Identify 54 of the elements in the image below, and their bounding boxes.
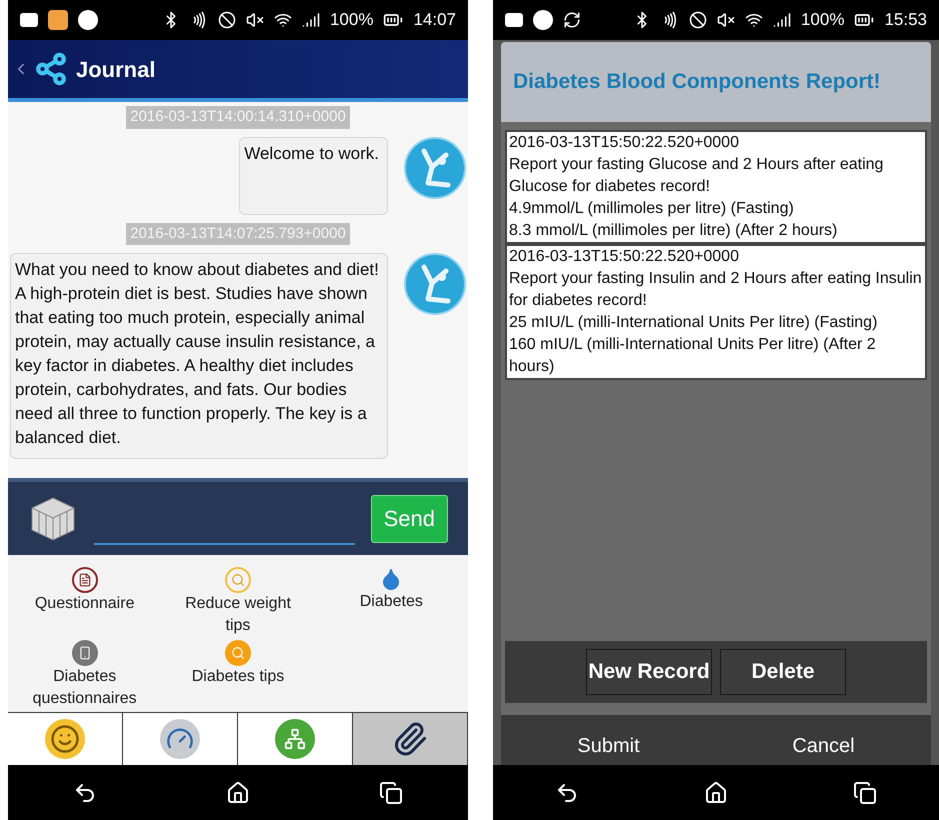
record-action-button[interactable]: Delete (720, 649, 846, 696)
notification-icon (505, 12, 523, 27)
signal-icon (772, 10, 791, 29)
wifi-icon (274, 11, 292, 29)
record-reading: 160 mIU/L (milli-International Units Per litre) (After 2 hours) (509, 334, 877, 377)
clock-time: 15:53 (884, 9, 927, 32)
record-card[interactable] (505, 244, 927, 380)
header-title: Journal (76, 56, 156, 84)
document-icon (72, 567, 98, 593)
gauge-icon (160, 719, 200, 759)
clock-time: 14:07 (413, 9, 456, 32)
share-icon (34, 52, 68, 86)
app-icon (48, 10, 68, 30)
shortcut-item[interactable]: Diabetes tips (161, 640, 315, 712)
record-prompt: Report your fasting Insulin and 2 Hours after eating Insulin for diabetes record! (509, 268, 923, 311)
battery-percent: 100% (800, 9, 844, 32)
blocked-icon (218, 11, 236, 29)
shortcut-item[interactable]: Diabetes (314, 567, 468, 639)
search-icon (224, 640, 251, 666)
notification-icon (20, 13, 38, 27)
record-reading: 8.3 mmol/L (millimoles per litre) (After 2 hours) (509, 220, 838, 241)
dialog-button[interactable]: Cancel (716, 731, 931, 766)
record-prompt: Report your fasting Glucose and 2 Hours after eating Glucose for diabetes record! (509, 154, 884, 197)
message-bubble: What you need to know about diabetes and diet! A high-protein diet is best. Studies have shown that eating too much protein, especially animal protein, may actually cause insulin resistance, a key factor in diabetes. A healthy diet includes protein, carbohydrates, and fats. Our bodies need all three to function properly. The key is a balanced diet. (10, 253, 388, 459)
record-timestamp: 2016-03-13T15:50:22.520+0000 (509, 132, 740, 153)
shortcut-item[interactable]: Reduce weight tips (161, 567, 315, 639)
avatar-icon (404, 253, 466, 315)
record-timestamp: 2016-03-13T15:50:22.520+0000 (509, 246, 740, 267)
signal-icon (302, 11, 320, 29)
dialog-button[interactable]: Submit (501, 731, 716, 766)
record-reading: 4.9mmol/L (millimoles per litre) (Fasting) (509, 198, 795, 219)
search-icon (224, 567, 251, 593)
shortcut-item[interactable]: Questionnaire (8, 567, 162, 639)
recent-apps-icon[interactable] (852, 780, 877, 805)
recent-apps-icon[interactable] (379, 780, 404, 804)
phone-icon (72, 640, 98, 666)
paperclip-icon (392, 721, 428, 757)
shortcut-item[interactable]: Diabetes questionnaires (8, 640, 162, 712)
record-reading: 25 mIU/L (milli-International Units Per litre) (Fasting) (509, 312, 878, 333)
dialog-title: Diabetes Blood Components Report! (513, 69, 881, 96)
record-card[interactable] (505, 130, 927, 244)
network-icon (275, 719, 315, 759)
record-action-button[interactable]: New Record (586, 649, 712, 696)
mute-icon (716, 10, 735, 29)
bottom-tab[interactable] (353, 713, 468, 765)
home-icon[interactable] (226, 780, 250, 804)
sync-icon (563, 10, 581, 29)
blocked-icon (688, 10, 707, 29)
battery-percent: 100% (330, 9, 374, 32)
avatar-icon (404, 136, 466, 198)
mute-icon (246, 11, 264, 29)
message-bubble: Welcome to work. (239, 136, 388, 214)
home-icon[interactable] (704, 780, 728, 805)
smiley-icon (45, 719, 85, 759)
